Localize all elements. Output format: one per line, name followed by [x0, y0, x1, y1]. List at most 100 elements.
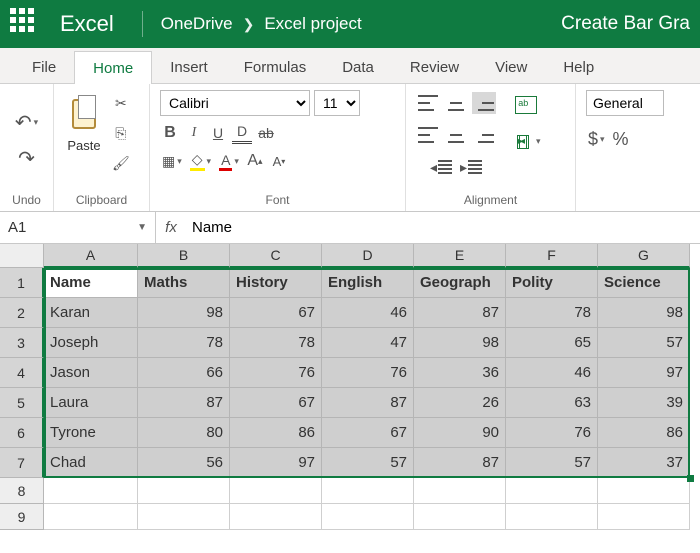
- bold-button[interactable]: B: [160, 122, 180, 144]
- font-color-button[interactable]: A▾: [217, 150, 241, 172]
- breadcrumb-project[interactable]: Excel project: [264, 14, 361, 34]
- tab-help[interactable]: Help: [545, 51, 612, 83]
- cell[interactable]: 97: [598, 358, 690, 388]
- cell[interactable]: 56: [138, 448, 230, 478]
- app-launcher-icon[interactable]: [10, 8, 42, 40]
- align-bottom-button[interactable]: [472, 92, 496, 114]
- cut-button[interactable]: ✂: [111, 92, 131, 114]
- cell[interactable]: 97: [230, 448, 322, 478]
- row-header[interactable]: 1: [0, 268, 44, 298]
- strikethrough-button[interactable]: ab: [256, 122, 276, 144]
- cell[interactable]: 78: [138, 328, 230, 358]
- cell[interactable]: 57: [598, 328, 690, 358]
- cell[interactable]: History: [230, 268, 322, 298]
- cell[interactable]: [322, 504, 414, 530]
- column-header[interactable]: G: [598, 244, 690, 268]
- cell[interactable]: [506, 504, 598, 530]
- tab-formulas[interactable]: Formulas: [226, 51, 325, 83]
- fx-icon[interactable]: fx: [156, 219, 186, 236]
- tab-review[interactable]: Review: [392, 51, 477, 83]
- column-header[interactable]: D: [322, 244, 414, 268]
- cell[interactable]: [414, 478, 506, 504]
- number-format-select[interactable]: [586, 90, 664, 116]
- tab-data[interactable]: Data: [324, 51, 392, 83]
- cell[interactable]: 57: [506, 448, 598, 478]
- cell[interactable]: [322, 478, 414, 504]
- cell[interactable]: 67: [230, 298, 322, 328]
- cell[interactable]: 98: [414, 328, 506, 358]
- cell[interactable]: Geograph: [414, 268, 506, 298]
- column-header[interactable]: A: [44, 244, 138, 268]
- tab-home[interactable]: Home: [74, 51, 152, 84]
- cell[interactable]: 87: [414, 298, 506, 328]
- increase-indent-button[interactable]: ▸: [458, 156, 484, 178]
- font-size-select[interactable]: 11: [314, 90, 360, 116]
- cell[interactable]: [44, 504, 138, 530]
- format-painter-button[interactable]: 🖌: [110, 152, 132, 174]
- row-header[interactable]: 8: [0, 478, 44, 504]
- fill-color-button[interactable]: ◇▾: [188, 150, 213, 172]
- cell[interactable]: 86: [598, 418, 690, 448]
- row-header[interactable]: 5: [0, 388, 44, 418]
- row-header[interactable]: 7: [0, 448, 44, 478]
- column-header[interactable]: C: [230, 244, 322, 268]
- cell[interactable]: [230, 504, 322, 530]
- cell[interactable]: Jason: [44, 358, 138, 388]
- borders-button[interactable]: ▦▾: [160, 150, 184, 172]
- cell[interactable]: Polity: [506, 268, 598, 298]
- copy-button[interactable]: ⎘: [111, 122, 131, 144]
- cell[interactable]: Science: [598, 268, 690, 298]
- cell[interactable]: 67: [230, 388, 322, 418]
- column-header[interactable]: F: [506, 244, 598, 268]
- double-underline-button[interactable]: D: [232, 122, 252, 144]
- cell[interactable]: Laura: [44, 388, 138, 418]
- cell[interactable]: 87: [138, 388, 230, 418]
- breadcrumb-location[interactable]: OneDrive: [161, 14, 233, 34]
- chevron-down-icon[interactable]: ▼: [137, 222, 147, 233]
- row-header[interactable]: 6: [0, 418, 44, 448]
- decrease-font-button[interactable]: A▾: [269, 150, 289, 172]
- decrease-indent-button[interactable]: ◂: [428, 156, 454, 178]
- cell[interactable]: Maths: [138, 268, 230, 298]
- cell[interactable]: 90: [414, 418, 506, 448]
- tab-insert[interactable]: Insert: [152, 51, 226, 83]
- percent-button[interactable]: %: [611, 128, 631, 150]
- cell[interactable]: Name: [44, 268, 138, 298]
- tab-view[interactable]: View: [477, 51, 545, 83]
- cell[interactable]: [138, 504, 230, 530]
- align-left-button[interactable]: [416, 124, 440, 146]
- cell[interactable]: 63: [506, 388, 598, 418]
- formula-input[interactable]: [186, 212, 700, 243]
- increase-font-button[interactable]: A▴: [245, 150, 265, 172]
- cell[interactable]: [506, 478, 598, 504]
- cell[interactable]: 87: [414, 448, 506, 478]
- row-header[interactable]: 4: [0, 358, 44, 388]
- cell[interactable]: 76: [322, 358, 414, 388]
- cell[interactable]: 26: [414, 388, 506, 418]
- cell[interactable]: English: [322, 268, 414, 298]
- currency-button[interactable]: $▾: [586, 128, 607, 150]
- cell[interactable]: 98: [138, 298, 230, 328]
- paste-button[interactable]: [64, 90, 104, 134]
- cell[interactable]: 67: [322, 418, 414, 448]
- cell[interactable]: 98: [598, 298, 690, 328]
- align-center-button[interactable]: [444, 124, 468, 146]
- breadcrumb[interactable]: OneDrive ❯ Excel project: [161, 14, 561, 34]
- underline-button[interactable]: U: [208, 122, 228, 144]
- cell[interactable]: [598, 504, 690, 530]
- cell[interactable]: 57: [322, 448, 414, 478]
- cell[interactable]: 46: [506, 358, 598, 388]
- cell[interactable]: 66: [138, 358, 230, 388]
- cell[interactable]: 65: [506, 328, 598, 358]
- cell[interactable]: Joseph: [44, 328, 138, 358]
- spreadsheet-grid[interactable]: ABCDEFG 1NameMathsHistoryEnglishGeograph…: [0, 244, 700, 530]
- cell[interactable]: 87: [322, 388, 414, 418]
- undo-button[interactable]: ↶▾: [13, 111, 40, 133]
- cell[interactable]: Tyrone: [44, 418, 138, 448]
- cell[interactable]: [44, 478, 138, 504]
- cell[interactable]: 36: [414, 358, 506, 388]
- cell[interactable]: 78: [230, 328, 322, 358]
- cell[interactable]: 39: [598, 388, 690, 418]
- cell[interactable]: [138, 478, 230, 504]
- cell[interactable]: Chad: [44, 448, 138, 478]
